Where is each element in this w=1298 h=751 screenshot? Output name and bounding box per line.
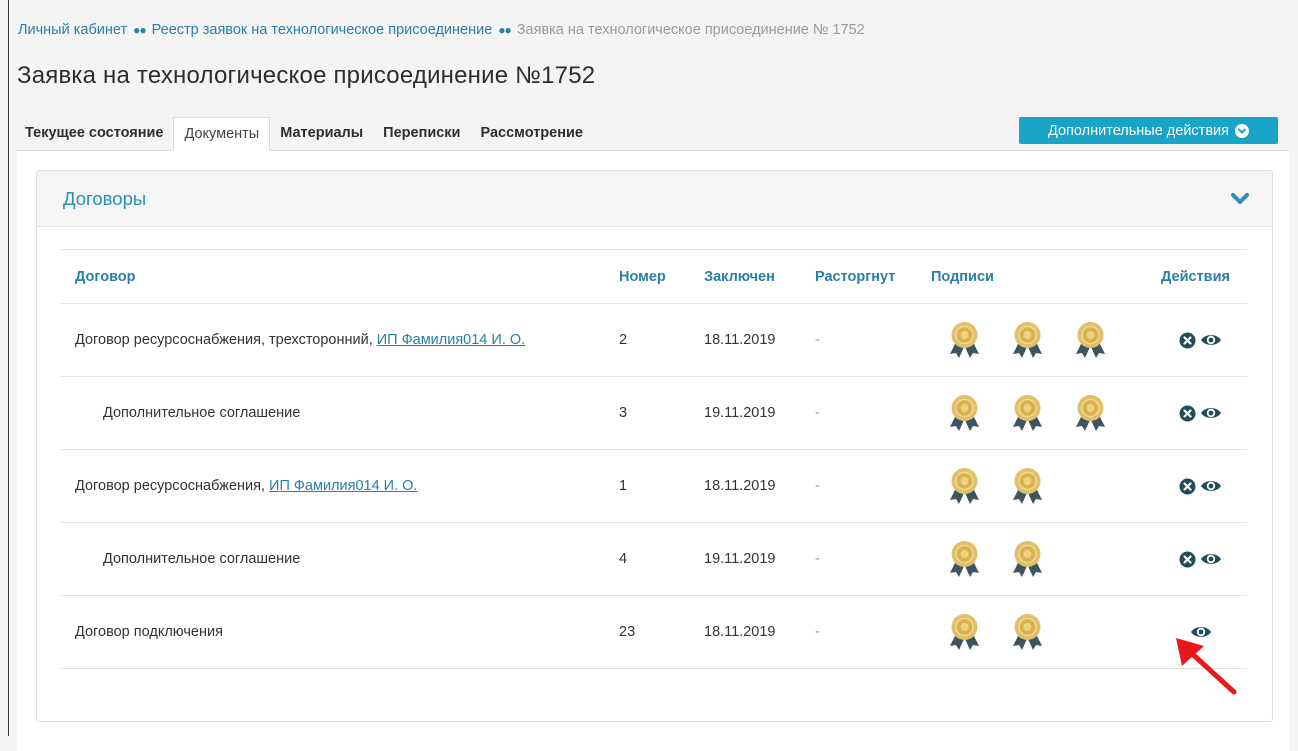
tab-correspondence[interactable]: Переписки	[373, 117, 470, 150]
seal-icon[interactable]	[1073, 321, 1108, 359]
actions-cell	[1154, 377, 1247, 449]
contract-terminated: -	[815, 332, 820, 348]
seal-icon[interactable]	[947, 540, 982, 578]
eye-icon[interactable]	[1200, 405, 1222, 421]
circle-x-icon[interactable]	[1179, 551, 1196, 568]
seal-icon[interactable]	[947, 467, 982, 505]
action-icons	[1179, 478, 1222, 495]
window-left-border	[8, 0, 9, 736]
column-header-concluded[interactable]: Заключен	[704, 250, 775, 303]
eye-icon[interactable]	[1200, 478, 1222, 494]
seal-icon[interactable]	[1010, 613, 1045, 651]
contract-name-cell: Договор подключения	[75, 596, 223, 668]
seal-icon[interactable]	[1010, 467, 1045, 505]
breadcrumb-separator-icon: ●●	[133, 23, 146, 37]
contract-name-cell: Дополнительное соглашение	[103, 523, 300, 595]
additional-actions-button[interactable]: Дополнительные действия	[1019, 117, 1278, 144]
chevron-down-circle-icon	[1234, 123, 1249, 138]
action-icons	[1179, 332, 1222, 349]
counterparty-link[interactable]: ИП Фамилия014 И. О.	[269, 478, 417, 494]
contract-name: Дополнительное соглашение	[103, 551, 301, 567]
circle-x-icon[interactable]	[1179, 478, 1196, 495]
tab-review[interactable]: Рассмотрение	[470, 117, 592, 150]
seal-icon[interactable]	[1010, 540, 1045, 578]
contract-terminated: -	[815, 478, 820, 494]
tab-materials[interactable]: Материалы	[270, 117, 373, 150]
page-title: Заявка на технологическое присоединение …	[17, 62, 596, 89]
tab-documents[interactable]: Документы	[173, 117, 271, 151]
contract-name: Договор ресурсоснабжения,	[75, 478, 266, 494]
eye-icon[interactable]	[1200, 551, 1222, 567]
signatures-cell	[947, 304, 1108, 376]
contract-number: 23	[619, 624, 636, 640]
seal-icon[interactable]	[947, 613, 982, 651]
contract-terminated: -	[815, 405, 820, 421]
tab-current-state[interactable]: Текущее состояние	[17, 117, 173, 150]
contracts-card-header[interactable]: Договоры	[37, 171, 1272, 227]
breadcrumb-separator-icon: ●●	[498, 23, 511, 37]
contract-name: Дополнительное соглашение	[103, 405, 301, 421]
column-header-contract[interactable]: Договор	[75, 250, 136, 303]
circle-x-icon[interactable]	[1179, 332, 1196, 349]
chevron-down-icon[interactable]	[1230, 192, 1250, 206]
counterparty-link[interactable]: ИП Фамилия014 И. О.	[377, 332, 525, 348]
seal-icon[interactable]	[1010, 394, 1045, 432]
signatures-cell	[947, 377, 1108, 449]
contracts-card: Договоры Договор Номер Заключен Расторгн…	[36, 170, 1273, 722]
seal-icon[interactable]	[1073, 394, 1108, 432]
contract-concluded-date: 19.11.2019	[704, 551, 776, 567]
breadcrumb-item-registry[interactable]: Реестр заявок на технологическое присоед…	[152, 22, 493, 38]
red-arrow-annotation	[1176, 638, 1237, 695]
additional-actions-label: Дополнительные действия	[1048, 122, 1229, 139]
contracts-card-title: Договоры	[63, 187, 147, 209]
contract-terminated: -	[815, 624, 820, 640]
action-icons	[1179, 405, 1222, 422]
seal-icon[interactable]	[947, 321, 982, 359]
signatures-cell	[947, 596, 1045, 668]
table-row: Договор ресурсоснабжения, ИП Фамилия014 И…	[61, 450, 1247, 523]
table-row: Дополнительное соглашение 4 19.11.2019 -	[61, 523, 1247, 596]
contracts-table: Договор Номер Заключен Расторгнут Подпис…	[61, 249, 1247, 669]
column-header-terminated[interactable]: Расторгнут	[815, 250, 895, 303]
table-header-row: Договор Номер Заключен Расторгнут Подпис…	[61, 250, 1247, 304]
seal-icon[interactable]	[947, 394, 982, 432]
contract-terminated: -	[815, 551, 820, 567]
column-header-number[interactable]: Номер	[619, 250, 666, 303]
breadcrumb-item-cabinet[interactable]: Личный кабинет	[18, 22, 127, 38]
signatures-cell	[947, 450, 1045, 522]
tab-bar: Текущее состояние Документы Материалы Пе…	[17, 117, 593, 151]
contract-concluded-date: 18.11.2019	[704, 478, 776, 494]
signatures-cell	[947, 523, 1045, 595]
contract-number: 2	[619, 332, 628, 348]
contract-number: 4	[619, 551, 628, 567]
contract-concluded-date: 18.11.2019	[704, 624, 776, 640]
contract-number: 1	[619, 478, 628, 494]
contract-name-cell: Договор ресурсоснабжения, трехсторонний,…	[75, 304, 525, 376]
column-header-signatures: Подписи	[931, 268, 994, 285]
action-icons	[1179, 551, 1222, 568]
seal-icon[interactable]	[1010, 321, 1045, 359]
table-row: Договор ресурсоснабжения, трехсторонний,…	[61, 304, 1247, 377]
contract-concluded-date: 19.11.2019	[704, 405, 776, 421]
contract-name: Договор подключения	[75, 624, 223, 640]
contract-name: Договор ресурсоснабжения, трехсторонний,	[75, 332, 373, 348]
contract-number: 3	[619, 405, 628, 421]
breadcrumb: Личный кабинет ●● Реестр заявок на техноло…	[18, 22, 865, 38]
circle-x-icon[interactable]	[1179, 405, 1196, 422]
actions-cell	[1154, 450, 1247, 522]
table-row: Дополнительное соглашение 3 19.11.2019 -	[61, 377, 1247, 450]
contract-concluded-date: 18.11.2019	[704, 332, 776, 348]
actions-cell	[1154, 523, 1247, 595]
table-row: Договор подключения 23 18.11.2019 -	[61, 596, 1247, 669]
column-header-actions: Действия	[1161, 268, 1230, 285]
actions-cell	[1154, 304, 1247, 376]
breadcrumb-current: Заявка на технологическое присоединение …	[516, 22, 865, 38]
contract-name-cell: Договор ресурсоснабжения, ИП Фамилия014 И…	[75, 450, 417, 522]
eye-icon[interactable]	[1200, 332, 1222, 348]
table-body: Договор ресурсоснабжения, трехсторонний,…	[61, 304, 1247, 669]
contract-name-cell: Дополнительное соглашение	[103, 377, 300, 449]
